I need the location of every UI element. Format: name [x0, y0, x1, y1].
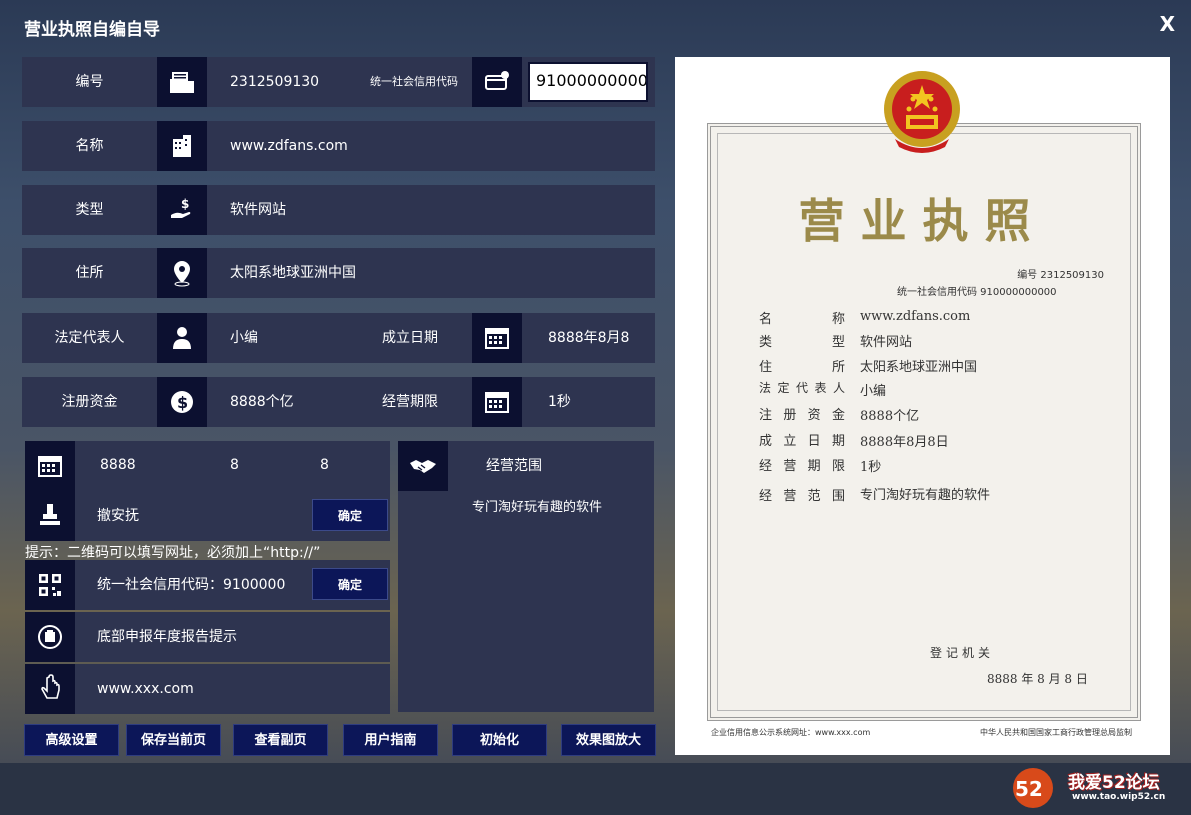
hint-text: 提示：二维码可以填写网址，必须加上“http://” [25, 545, 321, 561]
stamp-confirm-button[interactable]: 确定 [312, 499, 388, 531]
cert-value-scope: 专门淘好玩有趣的软件 [860, 488, 991, 503]
stamp-row: 撤安抚 确定 [25, 491, 390, 541]
cert-value-period: 1秒 [860, 460, 882, 475]
date-row: 8888 8 8 [25, 441, 390, 491]
title-bar: 营业执照自编自导 X [0, 0, 1191, 50]
advanced-settings-button[interactable]: 高级设置 [24, 724, 119, 756]
dollar-coin-icon: $ [157, 377, 207, 427]
stamp-icon [25, 491, 75, 541]
user-guide-button[interactable]: 用户指南 [343, 724, 438, 756]
cert-label-type: 类型 [759, 335, 845, 350]
certificate-footer-right: 中华人民共和国国家工商行政管理总局监制 [980, 728, 1132, 737]
number-label: 编号 [75, 74, 104, 90]
cert-label-legal-rep: 法定代表人 [759, 381, 845, 395]
legal-rep-label: 法定代表人 [54, 330, 125, 346]
window-title: 营业执照自编自导 [24, 20, 160, 40]
watermark-text: 我爱52论坛 [1068, 773, 1160, 793]
legal-rep-input[interactable]: 小编 [230, 313, 330, 363]
cert-value-capital: 8888个亿 [860, 409, 920, 424]
url-input[interactable]: www.xxx.com [97, 664, 377, 714]
cert-value-type: 软件网站 [860, 335, 913, 350]
emblem-icon [25, 612, 75, 662]
watermark-url: www.tao.wip52.cn [1072, 792, 1166, 802]
capital-row: 注册资金 $ 8888个亿 经营期限 1秒 [22, 377, 655, 427]
cert-value-legal-rep: 小编 [860, 384, 887, 399]
certificate-credit-code: 统一社会信用代码 910000000000 [897, 287, 1057, 298]
folder-icon [157, 57, 207, 107]
type-row: 类型 $ 软件网站 [22, 185, 655, 235]
certificate-preview: 营业执照 编号 2312509130 统一社会信用代码 910000000000… [675, 57, 1170, 755]
svg-text:$: $ [177, 393, 188, 412]
card-icon [472, 57, 522, 107]
pointer-hand-icon [25, 664, 75, 714]
initialize-button[interactable]: 初始化 [452, 724, 547, 756]
qr-row: 统一社会信用代码：9100000 确定 [25, 560, 390, 610]
certificate-footer-left: 企业信用信息公示系统网址：www.xxx.com [711, 728, 871, 737]
certificate-title: 营业执照 [798, 194, 1047, 248]
cert-label-address: 住所 [759, 360, 845, 375]
qr-input[interactable]: 统一社会信用代码：9100000 [97, 560, 307, 610]
certificate-number: 编号 2312509130 [1017, 270, 1104, 281]
type-input[interactable]: 软件网站 [230, 185, 630, 235]
name-input[interactable]: www.zdfans.com [230, 121, 630, 171]
credit-code-label: 统一社会信用代码 [370, 75, 458, 88]
capital-input[interactable]: 8888个亿 [230, 377, 330, 427]
address-row: 住所 太阳系地球亚洲中国 [22, 248, 655, 298]
scope-input[interactable]: 专门淘好玩有趣的软件 [472, 483, 652, 533]
svg-text:52: 52 [1015, 777, 1043, 801]
year-input[interactable]: 8888 [100, 441, 180, 491]
money-hand-icon: $ [157, 185, 207, 235]
number-row: 编号 2312509130 统一社会信用代码 910000000000 [22, 57, 655, 107]
certificate-reg-date: 8888 年 8 月 8 日 [987, 672, 1088, 686]
save-page-button[interactable]: 保存当前页 [126, 724, 221, 756]
scope-panel: 经营范围 专门淘好玩有趣的软件 [398, 441, 654, 712]
cert-value-found-date: 8888年8月8日 [860, 435, 949, 450]
name-label: 名称 [75, 138, 104, 154]
report-input[interactable]: 底部申报年度报告提示 [97, 612, 377, 662]
legal-rep-row: 法定代表人 小编 成立日期 8888年8月8 [22, 313, 655, 363]
qr-code-icon [25, 560, 75, 610]
cert-label-name: 名称 [759, 312, 845, 327]
handshake-icon [398, 441, 448, 491]
zoom-preview-button[interactable]: 效果图放大 [561, 724, 656, 756]
calendar-icon [472, 377, 522, 427]
person-icon [157, 313, 207, 363]
credit-code-input[interactable]: 910000000000 [528, 62, 648, 102]
stamp-input[interactable]: 撤安抚 [97, 491, 247, 541]
found-date-label: 成立日期 [382, 330, 438, 346]
found-date-input[interactable]: 8888年8月8 [548, 313, 648, 363]
type-label: 类型 [75, 202, 104, 218]
name-row: 名称 www.zdfans.com [22, 121, 655, 171]
number-input[interactable]: 2312509130 [230, 57, 320, 107]
address-label: 住所 [75, 265, 104, 281]
period-label: 经营期限 [382, 394, 438, 410]
calendar-icon [472, 313, 522, 363]
certificate-registrar: 登记机关 [930, 646, 995, 660]
cert-value-address: 太阳系地球亚洲中国 [860, 360, 978, 375]
url-row: www.xxx.com [25, 664, 390, 714]
close-button[interactable]: X [1160, 12, 1175, 36]
cert-label-scope: 经营范围 [759, 489, 845, 504]
qr-confirm-button[interactable]: 确定 [312, 568, 388, 600]
building-icon [157, 121, 207, 171]
day-input[interactable]: 8 [320, 441, 360, 491]
period-input[interactable]: 1秒 [548, 377, 648, 427]
cert-label-found-date: 成立日期 [759, 434, 845, 449]
svg-text:$: $ [181, 197, 189, 211]
month-input[interactable]: 8 [230, 441, 270, 491]
capital-label: 注册资金 [61, 394, 118, 410]
location-pin-icon [157, 248, 207, 298]
calendar-icon [25, 441, 75, 491]
view-copy-button[interactable]: 查看副页 [233, 724, 328, 756]
cert-label-capital: 注册资金 [759, 408, 845, 423]
cert-value-name: www.zdfans.com [860, 309, 971, 324]
national-emblem-icon [884, 71, 960, 153]
report-row: 底部申报年度报告提示 [25, 612, 390, 662]
cert-label-period: 经营期限 [759, 459, 845, 474]
address-input[interactable]: 太阳系地球亚洲中国 [230, 248, 630, 298]
